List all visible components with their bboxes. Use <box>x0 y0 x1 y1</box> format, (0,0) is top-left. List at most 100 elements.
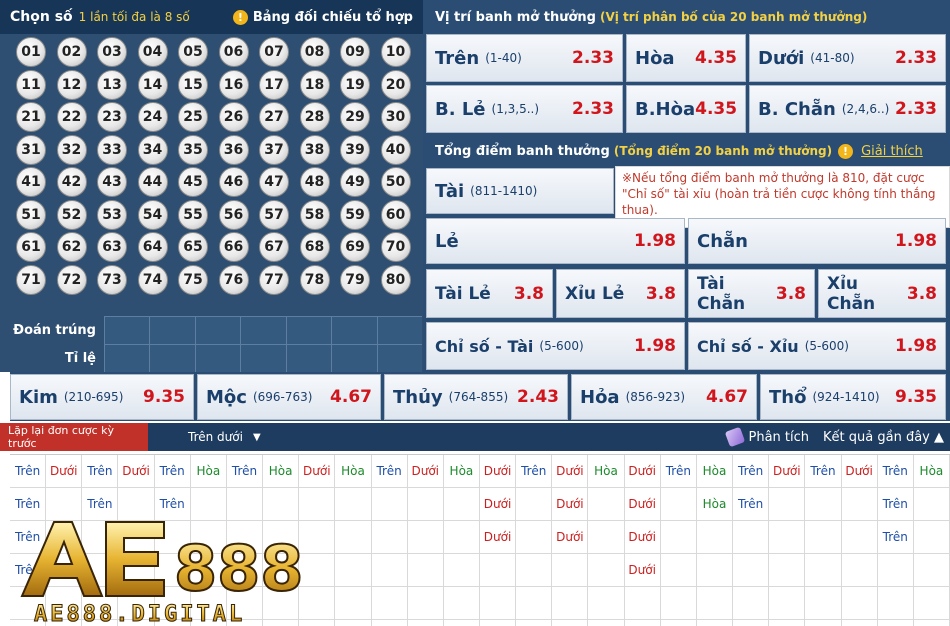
odd-chan[interactable]: Chẵn 1.98 <box>688 218 946 264</box>
number-ball[interactable]: 27 <box>259 102 289 132</box>
number-ball[interactable]: 59 <box>340 199 370 230</box>
repeat-bet-button[interactable]: Lặp lại đơn cược kỳ trước <box>0 423 148 451</box>
number-ball[interactable]: 24 <box>137 102 168 132</box>
number-ball[interactable]: 34 <box>137 134 168 165</box>
odd-ball-le[interactable]: B. Lẻ (1,3,5..) 2.33 <box>426 85 623 133</box>
number-ball[interactable]: 43 <box>97 167 127 197</box>
number-ball[interactable]: 69 <box>340 232 370 262</box>
recent-results-toggle[interactable]: Kết quả gần đây ▲ <box>823 430 944 445</box>
number-ball[interactable]: 11 <box>16 69 46 100</box>
number-ball[interactable]: 19 <box>340 69 370 100</box>
number-ball[interactable]: 60 <box>380 199 411 230</box>
number-ball[interactable]: 75 <box>178 264 208 295</box>
compare-table-link[interactable]: ! Bảng đối chiếu tổ hợp <box>232 9 413 25</box>
number-ball[interactable]: 47 <box>259 167 289 197</box>
odd-tho[interactable]: Thổ (924-1410) 9.35 <box>760 374 946 420</box>
number-ball[interactable]: 74 <box>137 264 168 295</box>
number-ball[interactable]: 28 <box>299 102 330 132</box>
number-ball[interactable]: 18 <box>299 69 330 100</box>
odd-ball-hoa[interactable]: B.Hòa 4.35 <box>626 85 746 133</box>
number-ball[interactable]: 46 <box>218 167 249 197</box>
number-ball[interactable]: 41 <box>16 167 46 197</box>
number-ball[interactable]: 22 <box>56 102 87 132</box>
odd-hoa[interactable]: Hòa 4.35 <box>626 34 746 82</box>
number-ball[interactable]: 02 <box>56 37 87 67</box>
number-ball[interactable]: 31 <box>16 134 46 165</box>
odd-tai-le[interactable]: Tài Lẻ 3.8 <box>426 269 553 318</box>
number-ball[interactable]: 55 <box>178 199 208 230</box>
number-ball[interactable]: 79 <box>340 264 370 295</box>
number-ball[interactable]: 58 <box>299 199 330 230</box>
number-ball[interactable]: 57 <box>259 199 289 230</box>
number-ball[interactable]: 68 <box>299 232 330 262</box>
number-ball[interactable]: 17 <box>259 69 289 100</box>
odd-le[interactable]: Lẻ 1.98 <box>426 218 685 264</box>
number-ball[interactable]: 54 <box>137 199 168 230</box>
odd-index-tai[interactable]: Chỉ số - Tài (5-600) 1.98 <box>426 322 685 370</box>
number-ball[interactable]: 49 <box>340 167 370 197</box>
number-ball[interactable]: 04 <box>137 37 168 67</box>
number-ball[interactable]: 01 <box>16 37 46 67</box>
number-ball[interactable]: 06 <box>218 37 249 67</box>
number-ball[interactable]: 36 <box>218 134 249 165</box>
number-ball[interactable]: 52 <box>56 199 87 230</box>
number-ball[interactable]: 73 <box>97 264 127 295</box>
explain-link[interactable]: Giải thích <box>861 144 923 159</box>
number-ball[interactable]: 13 <box>97 69 127 100</box>
odd-index-xiu[interactable]: Chỉ số - Xỉu (5-600) 1.98 <box>688 322 946 370</box>
odd-xiu-le[interactable]: Xỉu Lẻ 3.8 <box>556 269 685 318</box>
number-ball[interactable]: 21 <box>16 102 46 132</box>
number-ball[interactable]: 72 <box>56 264 87 295</box>
number-ball[interactable]: 08 <box>299 37 330 67</box>
number-ball[interactable]: 64 <box>137 232 168 262</box>
number-ball[interactable]: 39 <box>340 134 370 165</box>
number-ball[interactable]: 37 <box>259 134 289 165</box>
odd-ball-chan[interactable]: B. Chẵn (2,4,6..) 2.33 <box>749 85 946 133</box>
odd-moc[interactable]: Mộc (696-763) 4.67 <box>197 374 381 420</box>
number-ball[interactable]: 16 <box>218 69 249 100</box>
number-ball[interactable]: 44 <box>137 167 168 197</box>
number-ball[interactable]: 70 <box>380 232 411 262</box>
number-ball[interactable]: 07 <box>259 37 289 67</box>
number-ball[interactable]: 14 <box>137 69 168 100</box>
number-ball[interactable]: 51 <box>16 199 46 230</box>
number-ball[interactable]: 71 <box>16 264 46 295</box>
odd-tai-chan[interactable]: Tài Chẵn 3.8 <box>688 269 815 318</box>
history-type-select[interactable]: Trên dưới ▼ <box>188 430 261 444</box>
number-ball[interactable]: 76 <box>218 264 249 295</box>
number-ball[interactable]: 78 <box>299 264 330 295</box>
number-ball[interactable]: 25 <box>178 102 208 132</box>
number-ball[interactable]: 32 <box>56 134 87 165</box>
number-ball[interactable]: 42 <box>56 167 87 197</box>
number-ball[interactable]: 48 <box>299 167 330 197</box>
number-ball[interactable]: 30 <box>380 102 411 132</box>
number-ball[interactable]: 12 <box>56 69 87 100</box>
number-ball[interactable]: 05 <box>178 37 208 67</box>
odd-duoi[interactable]: Dưới (41-80) 2.33 <box>749 34 946 82</box>
number-ball[interactable]: 15 <box>178 69 208 100</box>
number-ball[interactable]: 45 <box>178 167 208 197</box>
odd-tai[interactable]: Tài (811-1410) <box>426 168 614 214</box>
number-ball[interactable]: 29 <box>340 102 370 132</box>
number-ball[interactable]: 10 <box>380 37 411 67</box>
odd-xiu-chan[interactable]: Xỉu Chẵn 3.8 <box>818 269 946 318</box>
number-ball[interactable]: 03 <box>97 37 127 67</box>
number-ball[interactable]: 66 <box>218 232 249 262</box>
number-ball[interactable]: 33 <box>97 134 127 165</box>
number-ball[interactable]: 20 <box>380 69 411 100</box>
number-ball[interactable]: 67 <box>259 232 289 262</box>
number-ball[interactable]: 23 <box>97 102 127 132</box>
number-ball[interactable]: 63 <box>97 232 127 262</box>
number-ball[interactable]: 38 <box>299 134 330 165</box>
odd-tren[interactable]: Trên (1-40) 2.33 <box>426 34 623 82</box>
number-ball[interactable]: 61 <box>16 232 46 262</box>
number-ball[interactable]: 62 <box>56 232 87 262</box>
number-ball[interactable]: 26 <box>218 102 249 132</box>
analyze-button[interactable]: Phân tích <box>724 426 809 448</box>
number-ball[interactable]: 65 <box>178 232 208 262</box>
odd-thuy[interactable]: Thủy (764-855) 2.43 <box>384 374 568 420</box>
number-ball[interactable]: 50 <box>380 167 411 197</box>
number-ball[interactable]: 53 <box>97 199 127 230</box>
odd-hoa-element[interactable]: Hỏa (856-923) 4.67 <box>571 374 757 420</box>
number-ball[interactable]: 77 <box>259 264 289 295</box>
